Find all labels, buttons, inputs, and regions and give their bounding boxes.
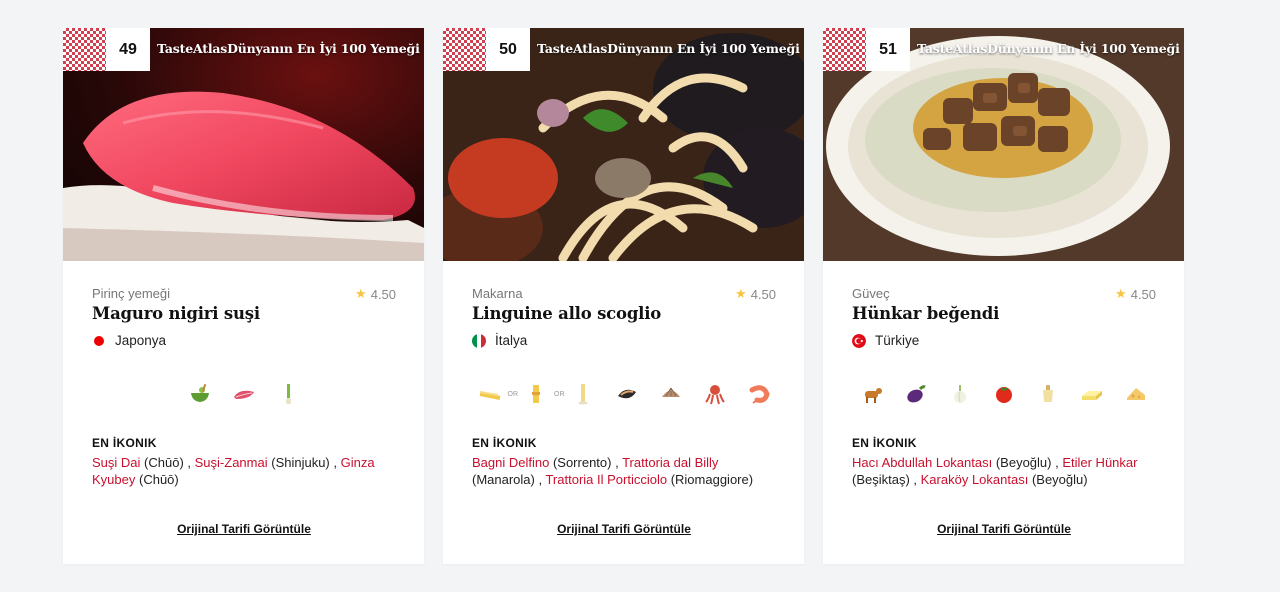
turkey-flag-icon — [852, 333, 866, 348]
dish-category: Makarna — [472, 286, 523, 301]
iconic-place-location: (Sorrento) — [552, 455, 612, 470]
butter-icon[interactable] — [1080, 382, 1104, 406]
dish-photo[interactable]: 49 TasteAtlasDünyanın En İyi 100 Yemeği — [63, 28, 424, 261]
iconic-place-link[interactable]: Etiler Hünkar — [1062, 455, 1137, 470]
star-icon: ★ — [1115, 286, 1127, 301]
tomato-icon[interactable] — [992, 382, 1016, 406]
view-original-recipe-link[interactable]: Orijinal Tarifi Görüntüle — [472, 522, 776, 536]
country-name: Japonya — [115, 333, 167, 348]
rating-value: 4.50 — [370, 286, 396, 302]
star-icon: ★ — [355, 286, 367, 301]
rating: ★ 4.50 — [1115, 286, 1156, 302]
eggplant-icon[interactable] — [904, 382, 928, 406]
ingredient-list — [852, 382, 1156, 406]
most-iconic-label: EN İKONIK — [92, 436, 157, 450]
pasta-icon[interactable] — [571, 382, 595, 406]
spaghetti-icon[interactable] — [524, 382, 548, 406]
garlic-icon[interactable] — [948, 382, 972, 406]
view-original-recipe-link[interactable]: Orijinal Tarifi Görüntüle — [852, 522, 1156, 536]
dish-card[interactable]: 51 TasteAtlasDünyanın En İyi 100 Yemeği … — [823, 28, 1184, 564]
iconic-place-location: (Beyoğlu) — [995, 455, 1052, 470]
dish-country[interactable]: Türkiye — [852, 333, 1156, 348]
iconic-place-location: (Chūō) — [144, 455, 184, 470]
rank-badge: 49 — [106, 28, 150, 71]
dish-name[interactable]: Hünkar beğendi — [852, 304, 1156, 323]
rating: ★ 4.50 — [355, 286, 396, 302]
rank-badge: 50 — [486, 28, 530, 71]
dish-card[interactable]: 50 TasteAtlasDünyanın En İyi 100 Yemeği … — [443, 28, 804, 564]
dish-name[interactable]: Maguro nigiri suşi — [92, 304, 396, 323]
iconic-place-link[interactable]: Trattoria dal Billy — [622, 455, 718, 470]
iconic-place-location: (Beyoğlu) — [1031, 472, 1088, 487]
iconic-place-link[interactable]: Trattoria Il Porticciolo — [545, 472, 667, 487]
dish-country[interactable]: Japonya — [92, 333, 396, 348]
most-iconic-section: EN İKONIK Suşi Dai (Chūō) , Suşi-Zanmai … — [92, 436, 396, 488]
shrimp-icon[interactable] — [747, 382, 771, 406]
octopus-icon[interactable] — [703, 382, 727, 406]
star-icon: ★ — [735, 286, 747, 301]
dish-category: Güveç — [852, 286, 890, 301]
dish-name[interactable]: Linguine allo scoglio — [472, 304, 776, 323]
mussel-icon[interactable] — [615, 382, 639, 406]
rating-value: 4.50 — [1130, 286, 1156, 302]
italy-flag-icon — [472, 333, 486, 348]
overlay-title: TasteAtlasDünyanın En İyi 100 Yemeği — [537, 41, 800, 56]
or-label: OR — [554, 390, 565, 398]
country-name: İtalya — [495, 333, 528, 348]
dish-photo[interactable]: 51 TasteAtlasDünyanın En İyi 100 Yemeği — [823, 28, 1184, 261]
iconic-place-location: (Manarola) — [472, 472, 535, 487]
cheese-icon[interactable] — [1124, 382, 1148, 406]
iconic-place-location: (Riomaggiore) — [670, 472, 754, 487]
rating: ★ 4.50 — [735, 286, 776, 302]
country-name: Türkiye — [875, 333, 920, 348]
wasabi-bowl-icon[interactable] — [188, 382, 212, 406]
checkered-badge-icon — [823, 28, 866, 71]
iconic-place-link[interactable]: Suşi-Zanmai — [195, 455, 268, 470]
linguine-icon[interactable] — [478, 382, 502, 406]
dish-card[interactable]: 49 TasteAtlasDünyanın En İyi 100 Yemeği … — [63, 28, 424, 564]
iconic-place-location: (Shinjuku) — [271, 455, 330, 470]
most-iconic-label: EN İKONIK — [472, 436, 537, 450]
iconic-place-link[interactable]: Hacı Abdullah Lokantası — [852, 455, 992, 470]
iconic-place-link[interactable]: Bagni Delfino — [472, 455, 549, 470]
view-original-recipe-link[interactable]: Orijinal Tarifi Görüntüle — [92, 522, 396, 536]
clam-icon[interactable] — [659, 382, 683, 406]
iconic-place-location: (Beşiktaş) — [852, 472, 910, 487]
lamb-icon[interactable] — [860, 382, 884, 406]
japan-flag-icon — [92, 334, 106, 348]
rank-badge: 51 — [866, 28, 910, 71]
flour-icon[interactable] — [1036, 382, 1060, 406]
most-iconic-section: EN İKONIK Hacı Abdullah Lokantası (Beyoğ… — [852, 436, 1156, 488]
checkered-badge-icon — [443, 28, 486, 71]
iconic-place-location: (Chūō) — [139, 472, 179, 487]
iconic-place-link[interactable]: Suşi Dai — [92, 455, 140, 470]
overlay-title: TasteAtlasDünyanın En İyi 100 Yemeği — [917, 41, 1180, 56]
dish-card-list: 49 TasteAtlasDünyanın En İyi 100 Yemeği … — [63, 28, 1184, 564]
ingredient-list: OR OR — [472, 382, 776, 406]
dish-category: Pirinç yemeği — [92, 286, 171, 301]
overlay-title: TasteAtlasDünyanın En İyi 100 Yemeği — [157, 41, 420, 56]
scallion-icon[interactable] — [276, 382, 300, 406]
or-label: OR — [507, 390, 519, 398]
checkered-badge-icon — [63, 28, 106, 71]
most-iconic-label: EN İKONIK — [852, 436, 917, 450]
dish-photo[interactable]: 50 TasteAtlasDünyanın En İyi 100 Yemeği — [443, 28, 804, 261]
tuna-fillet-icon[interactable] — [232, 382, 256, 406]
dish-country[interactable]: İtalya — [472, 333, 776, 348]
ingredient-list — [92, 382, 396, 406]
rating-value: 4.50 — [750, 286, 776, 302]
iconic-place-link[interactable]: Karaköy Lokantası — [921, 472, 1029, 487]
most-iconic-section: EN İKONIK Bagni Delfino (Sorrento) , Tra… — [472, 436, 776, 488]
